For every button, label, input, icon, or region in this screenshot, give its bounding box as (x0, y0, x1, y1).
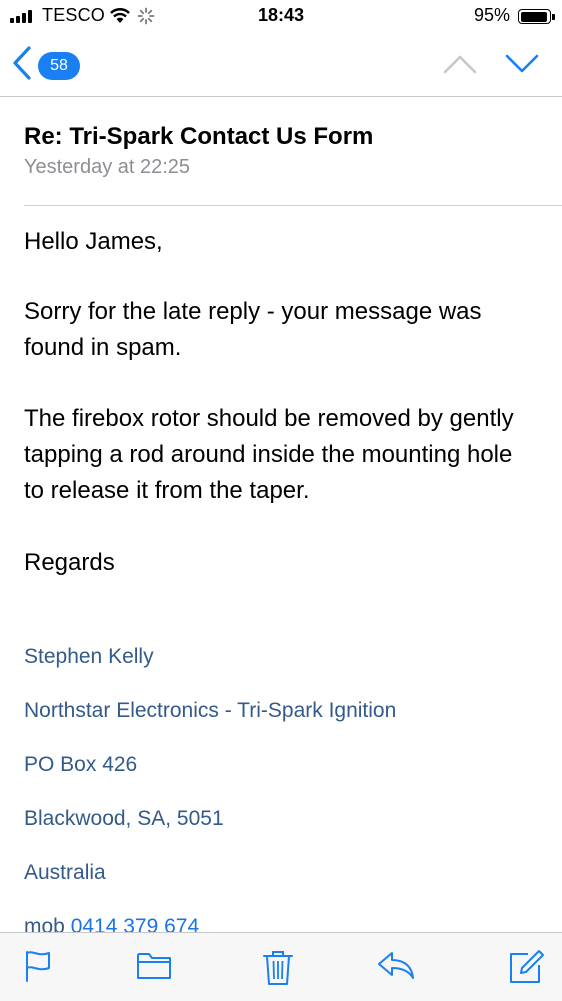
nav-bar: 58 (0, 34, 562, 97)
closing: Regards (24, 549, 115, 576)
chevron-up-icon[interactable] (442, 48, 478, 83)
battery-percent: 95% (473, 5, 510, 25)
header-divider (24, 205, 562, 206)
body-paragraph: The firebox rotor should be removed by g… (24, 405, 514, 504)
flag-icon[interactable] (24, 949, 52, 988)
battery-tip (552, 14, 555, 20)
signature-country: Australia (24, 861, 106, 884)
folder-icon[interactable] (136, 949, 172, 986)
signature-name: Stephen Kelly (24, 645, 154, 668)
message-date: Yesterday at 22:25 (24, 156, 191, 178)
body-paragraph: Sorry for the late reply - your message … (24, 298, 482, 361)
chevron-left-icon (12, 46, 32, 85)
message-subject: Re: Tri-Spark Contact Us Form (24, 123, 374, 150)
battery-fill (520, 11, 548, 22)
trash-icon[interactable] (262, 949, 294, 992)
compose-icon[interactable] (508, 949, 546, 990)
greeting: Hello James, (24, 228, 163, 255)
status-bar: TESCO 18:43 95% (0, 0, 562, 34)
chevron-down-icon[interactable] (504, 48, 540, 83)
signature-po-box: PO Box 426 (24, 753, 138, 776)
signature-company: Northstar Electronics - Tri-Spark Igniti… (24, 699, 397, 722)
battery-icon (518, 9, 551, 24)
unread-count-badge: 58 (38, 51, 80, 80)
bottom-toolbar (0, 932, 562, 1001)
back-button[interactable]: 58 (12, 46, 80, 85)
signature-city: Blackwood, SA, 5051 (24, 807, 224, 830)
reply-icon[interactable] (376, 949, 416, 986)
